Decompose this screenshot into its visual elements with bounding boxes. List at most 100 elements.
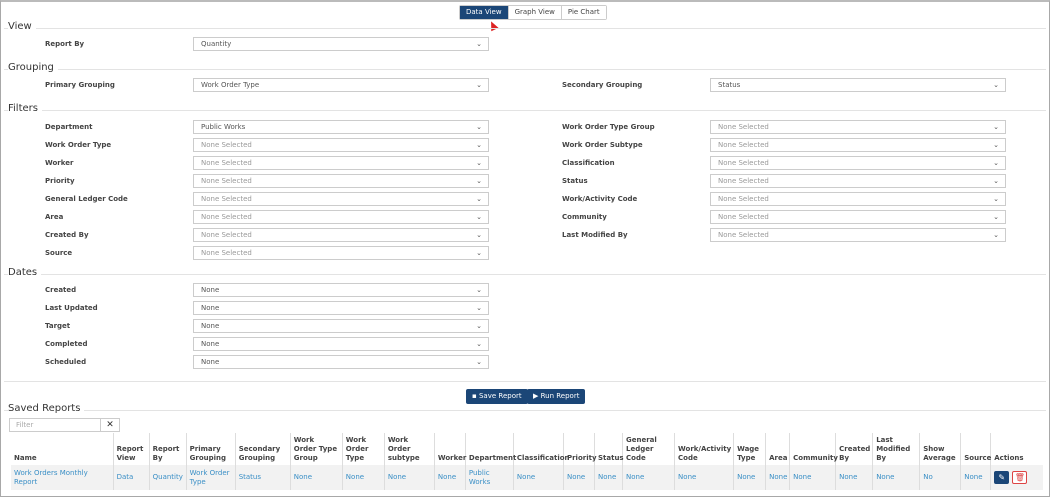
chevron-down-icon: ⌄ xyxy=(476,177,482,185)
delete-report-button[interactable]: 🗑 xyxy=(1012,471,1028,484)
divider xyxy=(4,110,1046,111)
created-select[interactable]: None ⌄ xyxy=(193,283,489,297)
work-order-type-label: Work Order Type xyxy=(45,141,112,149)
chevron-down-icon: ⌄ xyxy=(476,81,482,89)
column-header-classification[interactable]: Classification xyxy=(512,433,570,465)
column-header-priority[interactable]: Priority xyxy=(562,433,597,465)
chevron-down-icon: ⌄ xyxy=(476,213,482,221)
created-by-select[interactable]: None Selected ⌄ xyxy=(193,228,489,242)
report-by-select[interactable]: Quantity ⌄ xyxy=(193,37,489,51)
column-header-last-modified-by[interactable]: Last Modified By xyxy=(872,433,920,465)
view-tabs: Data View Graph View Pie Chart xyxy=(459,5,607,20)
target-select[interactable]: None ⌄ xyxy=(193,319,489,333)
run-report-button[interactable]: ▶ Run Report xyxy=(527,389,586,404)
cell-work-order-type: None xyxy=(341,465,385,490)
community-select[interactable]: None Selected ⌄ xyxy=(710,210,1006,224)
cell-source: None xyxy=(960,465,991,490)
chevron-down-icon: ⌄ xyxy=(993,123,999,131)
classification-label: Classification xyxy=(562,159,615,167)
pencil-icon: ✎ xyxy=(998,473,1006,482)
secondary-grouping-select[interactable]: Status ⌄ xyxy=(710,78,1006,92)
chevron-down-icon: ⌄ xyxy=(476,159,482,167)
column-header-work-order-type-group[interactable]: Work Order Type Group xyxy=(289,433,343,465)
priority-select[interactable]: None Selected ⌄ xyxy=(193,174,489,188)
source-select[interactable]: None Selected ⌄ xyxy=(193,246,489,260)
divider xyxy=(4,274,1046,275)
cell-name[interactable]: Work Orders Monthly Report xyxy=(11,465,114,490)
community-label: Community xyxy=(562,213,607,221)
tab-graph-view[interactable]: Graph View xyxy=(507,6,561,19)
save-report-button[interactable]: ▪ Save Report xyxy=(466,389,528,404)
department-label: Department xyxy=(45,123,93,131)
area-select[interactable]: None Selected ⌄ xyxy=(193,210,489,224)
table-header-row: Name Report View Report By Primary Grouping… xyxy=(11,433,1043,465)
chevron-down-icon: ⌄ xyxy=(993,141,999,149)
column-header-source[interactable]: Source xyxy=(960,433,991,465)
chevron-down-icon: ⌄ xyxy=(476,340,482,348)
cell-community: None xyxy=(789,465,836,490)
chevron-down-icon: ⌄ xyxy=(993,159,999,167)
save-report-label: Save Report xyxy=(478,392,522,400)
completed-select[interactable]: None ⌄ xyxy=(193,337,489,351)
column-header-report-by[interactable]: Report By xyxy=(148,433,187,465)
column-header-work-order-subtype[interactable]: Work Order subtype xyxy=(383,433,435,465)
worker-select[interactable]: None Selected ⌄ xyxy=(193,156,489,170)
column-header-created-by[interactable]: Created By xyxy=(835,433,873,465)
column-header-worker[interactable]: Worker xyxy=(433,433,466,465)
column-header-report-view[interactable]: Report View xyxy=(112,433,150,465)
work-order-subtype-select[interactable]: None Selected ⌄ xyxy=(710,138,1006,152)
save-icon: ▪ xyxy=(472,392,479,400)
column-header-work-activity-code[interactable]: Work/Activity Code xyxy=(674,433,734,465)
cell-created-by: None xyxy=(835,465,873,490)
column-header-secondary-grouping[interactable]: Secondary Grouping xyxy=(234,433,291,465)
column-header-name[interactable]: Name xyxy=(11,433,113,465)
status-select[interactable]: None Selected ⌄ xyxy=(710,174,1006,188)
saved-reports-filter-input[interactable]: Filter xyxy=(9,418,101,432)
general-ledger-code-value: None Selected xyxy=(201,195,252,203)
cell-work-activity-code: None xyxy=(674,465,734,490)
work-order-type-group-select[interactable]: None Selected ⌄ xyxy=(710,120,1006,134)
column-header-work-order-type[interactable]: Work Order Type xyxy=(341,433,385,465)
work-activity-code-label: Work/Activity Code xyxy=(562,195,638,203)
run-report-label: Run Report xyxy=(540,392,580,400)
column-header-department[interactable]: Department xyxy=(464,433,516,465)
tab-data-view[interactable]: Data View xyxy=(460,6,508,19)
work-activity-code-value: None Selected xyxy=(718,195,769,203)
column-header-general-ledger-code[interactable]: General Ledger Code xyxy=(621,433,675,465)
column-header-community[interactable]: Community xyxy=(789,433,838,465)
column-header-area[interactable]: Area xyxy=(765,433,790,465)
work-order-type-select[interactable]: None Selected ⌄ xyxy=(193,138,489,152)
tab-pie-chart[interactable]: Pie Chart xyxy=(560,6,606,19)
trash-icon: 🗑 xyxy=(1014,473,1025,482)
priority-value: None Selected xyxy=(201,177,252,185)
clear-filter-button[interactable]: ✕ xyxy=(100,418,120,432)
chevron-down-icon: ⌄ xyxy=(993,195,999,203)
last-updated-select[interactable]: None ⌄ xyxy=(193,301,489,315)
column-header-wage-type[interactable]: Wage Type xyxy=(733,433,766,465)
work-order-type-group-label: Work Order Type Group xyxy=(562,123,655,131)
last-modified-by-select[interactable]: None Selected ⌄ xyxy=(710,228,1006,242)
created-by-label: Created By xyxy=(45,231,89,239)
scheduled-select[interactable]: None ⌄ xyxy=(193,355,489,369)
last-updated-label: Last Updated xyxy=(45,304,98,312)
cell-secondary-grouping: Status xyxy=(234,465,291,490)
scheduled-value: None xyxy=(201,358,220,366)
section-filters-heading: Filters xyxy=(8,103,42,114)
worker-value: None Selected xyxy=(201,159,252,167)
area-value: None Selected xyxy=(201,213,252,221)
edit-report-button[interactable]: ✎ xyxy=(994,471,1010,484)
column-header-primary-grouping[interactable]: Primary Grouping xyxy=(185,433,236,465)
classification-select[interactable]: None Selected ⌄ xyxy=(710,156,1006,170)
column-header-show-average[interactable]: Show Average xyxy=(919,433,961,465)
area-label: Area xyxy=(45,213,64,221)
last-updated-value: None xyxy=(201,304,220,312)
primary-grouping-select[interactable]: Work Order Type ⌄ xyxy=(193,78,489,92)
department-select[interactable]: Public Works ⌄ xyxy=(193,120,489,134)
primary-grouping-label: Primary Grouping xyxy=(45,81,115,89)
work-activity-code-select[interactable]: None Selected ⌄ xyxy=(710,192,1006,206)
section-dates-heading: Dates xyxy=(8,267,42,278)
general-ledger-code-select[interactable]: None Selected ⌄ xyxy=(193,192,489,206)
column-header-actions[interactable]: Actions xyxy=(990,433,1043,465)
cell-report-by: Quantity xyxy=(148,465,187,490)
column-header-status[interactable]: Status xyxy=(593,433,624,465)
